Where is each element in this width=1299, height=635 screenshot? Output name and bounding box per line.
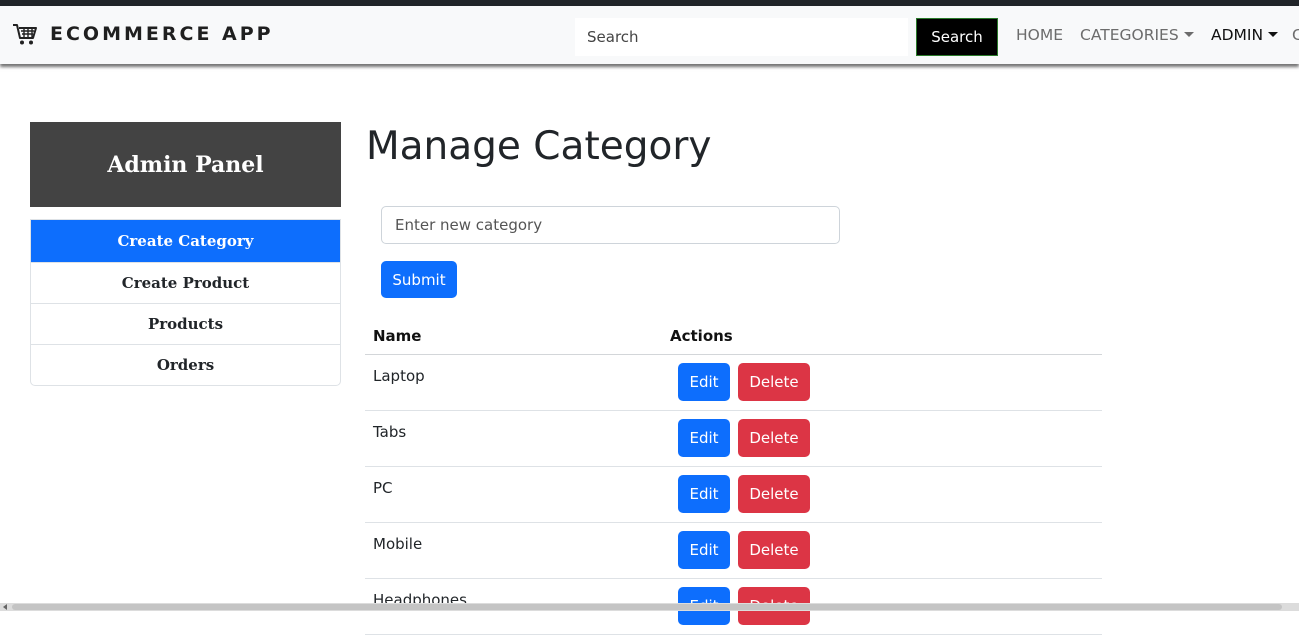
nav-categories-label: CATEGORIES [1080,26,1179,44]
nav-categories-dropdown[interactable]: CATEGORIES [1080,26,1194,44]
scroll-left-icon[interactable] [3,604,7,610]
nav-home-label: HOME [1016,26,1064,44]
category-name: Laptop [373,367,425,385]
nav-admin-label: ADMIN [1211,26,1264,44]
scrollbar-thumb[interactable] [12,604,1282,610]
delete-button[interactable]: Delete [738,475,810,513]
edit-button[interactable]: Edit [678,419,730,457]
navbar: ECOMMERCE APP Search HOME CATEGORIES ADM… [0,6,1299,64]
sidebar-item-orders[interactable]: Orders [31,344,340,385]
sidebar-item-label: Create Product [121,274,250,292]
sidebar-item-create-category[interactable]: Create Category [31,220,340,262]
sidebar-item-label: Create Category [117,232,254,250]
category-table: Name Actions Laptop Edit Delete Tabs Edi… [365,317,1102,635]
column-header-actions: Actions [670,327,733,345]
delete-button[interactable]: Delete [738,531,810,569]
delete-button[interactable]: Delete [738,363,810,401]
caret-down-icon [1183,32,1194,37]
delete-button[interactable]: Delete [738,419,810,457]
sidebar-item-label: Orders [156,356,215,374]
table-row: Tabs Edit Delete [365,411,1102,467]
nav-cart-link[interactable]: C [1292,26,1299,44]
table-header: Name Actions [365,317,1102,355]
admin-menu: Create Category Create Product Products … [30,219,341,386]
edit-button[interactable]: Edit [678,531,730,569]
shopping-cart-icon [12,22,38,46]
table-row: Laptop Edit Delete [365,355,1102,411]
caret-down-icon [1268,32,1279,37]
sidebar-item-create-product[interactable]: Create Product [31,262,340,303]
page-title: Manage Category [366,124,712,169]
sidebar-item-products[interactable]: Products [31,303,340,344]
column-header-name: Name [373,327,422,345]
horizontal-scrollbar[interactable] [0,603,1299,611]
admin-panel-header: Admin Panel [30,122,341,207]
submit-button[interactable]: Submit [381,261,457,298]
edit-button[interactable]: Edit [678,363,730,401]
sidebar-item-label: Products [147,315,224,333]
brand-name: ECOMMERCE APP [50,23,274,45]
category-name: Mobile [373,535,423,553]
admin-panel-title: Admin Panel [107,151,264,178]
search-button[interactable]: Search [916,18,998,56]
category-name: Tabs [373,423,407,441]
edit-button[interactable]: Edit [678,475,730,513]
nav-home[interactable]: HOME [1016,26,1063,44]
category-name: PC [373,479,393,497]
table-row: Mobile Edit Delete [365,523,1102,579]
nav-admin-dropdown[interactable]: ADMIN [1211,26,1279,44]
brand[interactable]: ECOMMERCE APP [12,22,274,46]
new-category-input[interactable] [381,206,840,244]
table-row: PC Edit Delete [365,467,1102,523]
search-input[interactable] [575,18,908,56]
